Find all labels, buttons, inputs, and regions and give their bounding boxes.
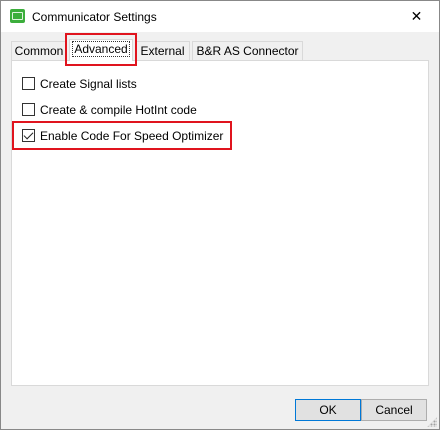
resize-grip[interactable] <box>427 417 437 427</box>
close-icon[interactable]: ✕ <box>394 1 439 32</box>
tab-common[interactable]: Common <box>11 41 67 60</box>
highlight-speed-optimizer-option <box>12 121 232 150</box>
tab-panel-advanced: Create Signal lists Create & compile Hot… <box>11 60 429 386</box>
title-bar: Communicator Settings ✕ <box>1 1 439 32</box>
app-icon <box>10 9 25 23</box>
tab-br-as-connector[interactable]: B&R AS Connector <box>192 41 303 60</box>
create-signal-lists-checkbox[interactable] <box>22 77 35 90</box>
cancel-button[interactable]: Cancel <box>361 399 427 421</box>
highlight-advanced-tab <box>65 33 137 66</box>
tab-external[interactable]: External <box>135 41 190 60</box>
create-compile-hotint-checkbox[interactable] <box>22 103 35 116</box>
tab-common-label: Common <box>14 44 64 58</box>
ok-button[interactable]: OK <box>295 399 361 421</box>
tab-external-label: External <box>140 44 185 58</box>
create-compile-hotint-label: Create & compile HotInt code <box>40 103 197 117</box>
create-signal-lists-label: Create Signal lists <box>40 77 137 91</box>
tab-br-as-connector-label: B&R AS Connector <box>196 44 299 58</box>
window-title: Communicator Settings <box>32 10 157 24</box>
